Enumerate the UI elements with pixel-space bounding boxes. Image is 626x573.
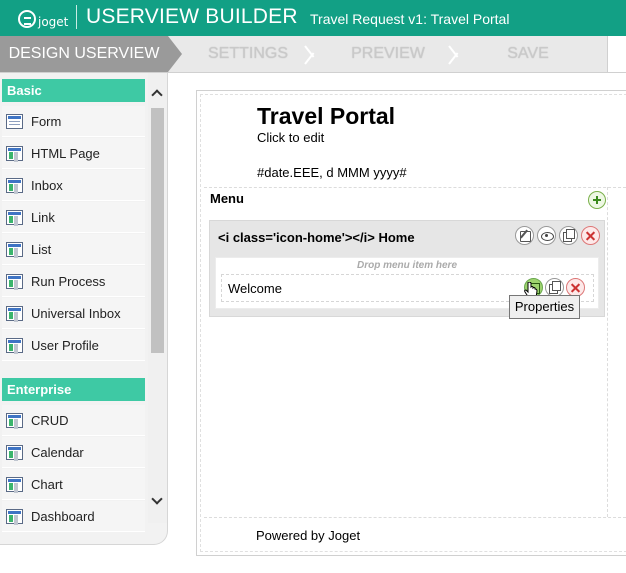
scroll-down-button[interactable]	[148, 493, 167, 513]
palette-item-label: Dashboard	[31, 508, 95, 524]
tab-preview[interactable]: PREVIEW	[322, 36, 454, 72]
section-header-basic[interactable]: Basic	[2, 79, 145, 102]
scroll-up-button[interactable]	[148, 85, 167, 105]
chevron-up-icon	[151, 89, 163, 101]
menu-label: Menu	[210, 191, 244, 206]
palette-item-form[interactable]: Form	[2, 106, 145, 137]
menu-item-label: Welcome	[228, 281, 282, 296]
drop-hint: Drop menu item here	[356, 260, 458, 271]
tab-label: SETTINGS	[207, 45, 288, 62]
tab-separator-icon	[449, 36, 465, 72]
app-title: USERVIEW BUILDER	[86, 5, 298, 28]
palette-item-label: User Profile	[31, 337, 99, 353]
palette-item-user-profile[interactable]: User Profile	[2, 330, 145, 361]
calendar-icon	[6, 444, 23, 460]
palette-item-label: CRUD	[31, 412, 69, 428]
inbox-icon	[6, 177, 23, 193]
tab-label: DESIGN USERVIEW	[8, 45, 160, 62]
edit-icon[interactable]	[515, 226, 534, 245]
footer-text[interactable]: Powered by Joget	[256, 528, 360, 543]
palette-item-label: Link	[31, 209, 55, 225]
add-category-button[interactable]	[588, 191, 606, 209]
footer-divider	[204, 517, 626, 518]
logo-icon	[18, 10, 36, 28]
delete-icon[interactable]	[581, 226, 600, 245]
app-subtitle: Travel Request v1: Travel Portal	[310, 11, 510, 27]
content-divider	[607, 187, 608, 517]
date-format-text[interactable]: #date.EEE, d MMM yyyy#	[257, 165, 407, 180]
tab-save[interactable]: SAVE	[466, 36, 590, 72]
tab-arrow-icon	[168, 36, 182, 72]
app-header: joget USERVIEW BUILDER Travel Request v1…	[0, 0, 626, 36]
palette-item-label: Run Process	[31, 273, 106, 289]
tab-settings[interactable]: SETTINGS	[182, 36, 314, 72]
palette-item-universal-inbox[interactable]: Universal Inbox	[2, 298, 145, 329]
palette-item-link[interactable]: Link	[2, 202, 145, 233]
properties-tooltip: Properties	[509, 295, 580, 319]
universal-inbox-icon	[6, 305, 23, 321]
palette-item-inbox[interactable]: Inbox	[2, 170, 145, 201]
palette-item-label: Chart	[31, 476, 63, 492]
palette-item-label: HTML Page	[31, 145, 100, 161]
palette-scrollbar[interactable]	[148, 73, 167, 523]
palette-item-label: Universal Inbox	[31, 305, 121, 321]
element-palette: Basic Form HTML Page Inbox Link List Run…	[0, 73, 168, 545]
portal-title[interactable]: Travel Portal	[257, 103, 395, 130]
palette-item-list[interactable]: List	[2, 234, 145, 265]
tab-design-userview[interactable]: DESIGN USERVIEW	[0, 36, 168, 72]
chevron-down-icon	[151, 493, 163, 505]
palette-item-label: Form	[31, 113, 62, 129]
tab-separator-icon	[305, 36, 321, 72]
hide-icon[interactable]	[537, 226, 556, 245]
section-header-enterprise[interactable]: Enterprise	[2, 378, 145, 401]
palette-item-dashboard[interactable]: Dashboard	[2, 501, 145, 532]
tab-label: PREVIEW	[351, 45, 425, 62]
category-label[interactable]: <i class='icon-home'></i> Home	[218, 230, 415, 245]
dashboard-icon	[6, 508, 23, 524]
copy-icon[interactable]	[559, 226, 578, 245]
form-icon	[6, 113, 23, 129]
palette-item-calendar[interactable]: Calendar	[2, 437, 145, 468]
tab-bar-end	[607, 36, 626, 72]
palette-item-label: Calendar	[31, 444, 84, 460]
crud-icon	[6, 412, 23, 428]
header-divider	[76, 5, 77, 29]
palette-item-label: Inbox	[31, 177, 63, 193]
scrollbar-thumb[interactable]	[151, 108, 164, 353]
portal-description[interactable]: Click to edit	[257, 130, 324, 145]
palette-item-run-process[interactable]: Run Process	[2, 266, 145, 297]
list-icon	[6, 241, 23, 257]
userview-canvas: Travel Portal Click to edit #date.EEE, d…	[196, 90, 626, 556]
canvas-frame: Travel Portal Click to edit #date.EEE, d…	[200, 94, 626, 552]
joget-logo[interactable]: joget	[18, 7, 68, 31]
tab-label: SAVE	[507, 45, 549, 62]
header-divider	[204, 187, 626, 188]
palette-item-chart[interactable]: Chart	[2, 469, 145, 500]
user-profile-icon	[6, 337, 23, 353]
html-page-icon	[6, 145, 23, 161]
palette-item-html-page[interactable]: HTML Page	[2, 138, 145, 169]
palette-item-label: List	[31, 241, 52, 257]
category-toolbar	[515, 226, 600, 245]
palette-item-crud[interactable]: CRUD	[2, 405, 145, 436]
logo-text: joget	[38, 15, 69, 29]
run-process-icon	[6, 273, 23, 289]
builder-tabs: DESIGN USERVIEW SETTINGS PREVIEW SAVE	[0, 36, 626, 73]
chart-icon	[6, 476, 23, 492]
link-icon	[6, 209, 23, 225]
